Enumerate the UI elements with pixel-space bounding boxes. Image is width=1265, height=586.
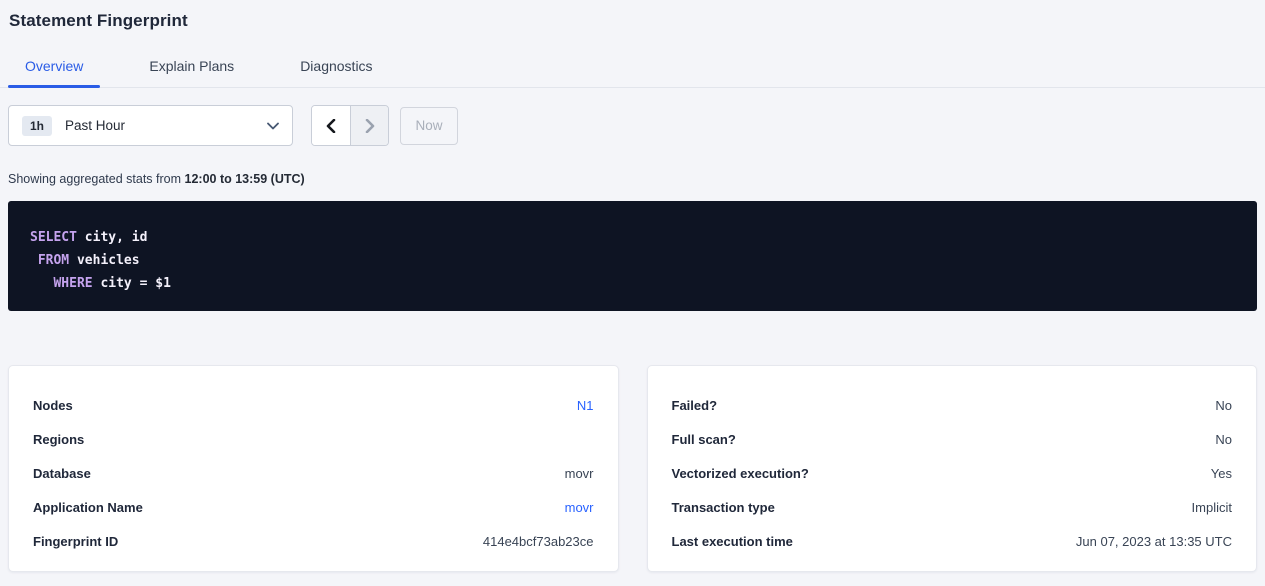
- tab-overview-label: Overview: [25, 58, 83, 74]
- sql-statement: SELECT city, id FROM vehicles WHERE city…: [8, 201, 1257, 311]
- tab-explain-plans[interactable]: Explain Plans: [132, 57, 251, 87]
- time-range-label: Past Hour: [65, 118, 125, 133]
- info-row: Nodes N1: [33, 388, 594, 422]
- tab-diagnostics-label: Diagnostics: [300, 58, 372, 74]
- time-controls: 1h Past Hour Now: [8, 105, 1257, 146]
- time-range-dropdown[interactable]: 1h Past Hour: [8, 105, 293, 146]
- sql-keyword: FROM: [38, 253, 69, 268]
- page-title: Statement Fingerprint: [8, 0, 1257, 31]
- info-label: Failed?: [672, 398, 718, 413]
- previous-interval-button[interactable]: [312, 106, 350, 145]
- info-row: Last execution time Jun 07, 2023 at 13:35…: [672, 524, 1233, 558]
- info-cards: NodesN1RegionsDatabasemovrApplication Na…: [8, 365, 1257, 572]
- info-label: Fingerprint ID: [33, 534, 118, 549]
- info-label: Database: [33, 466, 91, 481]
- tab-diagnostics[interactable]: Diagnostics: [283, 57, 389, 87]
- execution-attributes-card: Failed? No Full scan? No Vectorized executio…: [647, 365, 1258, 572]
- info-row: Full scan? No: [672, 422, 1233, 456]
- info-row: Transaction type Implicit: [672, 490, 1233, 524]
- time-step-buttons: [311, 105, 389, 146]
- info-value: Jun 07, 2023 at 13:35 UTC: [1076, 534, 1232, 549]
- info-row: Fingerprint ID 414e4bcf73ab23ce: [33, 524, 594, 558]
- info-row: Database movr: [33, 456, 594, 490]
- info-value-link[interactable]: movr: [565, 500, 594, 515]
- info-label: Vectorized execution?: [672, 466, 809, 481]
- time-range-badge: 1h: [22, 116, 52, 136]
- sql-keyword: SELECT: [30, 230, 77, 245]
- aggregated-stats-prefix: Showing aggregated stats from: [8, 172, 181, 186]
- info-label: Full scan?: [672, 432, 736, 447]
- tab-overview[interactable]: Overview: [8, 57, 100, 87]
- info-label: Nodes: [33, 398, 73, 413]
- execution-attributes-rows: Failed? No Full scan? No Vectorized executio…: [672, 388, 1233, 558]
- tab-bar: Overview Explain Plans Diagnostics: [0, 57, 1265, 88]
- info-value: Implicit: [1192, 500, 1232, 515]
- info-value: 414e4bcf73ab23ce: [483, 534, 594, 549]
- info-value: No: [1215, 432, 1232, 447]
- info-value-link[interactable]: N1: [577, 398, 594, 413]
- info-value: movr: [565, 466, 594, 481]
- next-interval-button[interactable]: [350, 106, 388, 145]
- info-value: No: [1215, 398, 1232, 413]
- now-button[interactable]: Now: [400, 107, 458, 145]
- tab-explain-plans-label: Explain Plans: [149, 58, 234, 74]
- info-label: Last execution time: [672, 534, 793, 549]
- info-label: Transaction type: [672, 500, 775, 515]
- info-label: Regions: [33, 432, 84, 447]
- chevron-right-icon: [365, 119, 375, 133]
- statement-details-card: NodesN1RegionsDatabasemovrApplication Na…: [8, 365, 619, 572]
- info-row: Application Name movr: [33, 490, 594, 524]
- chevron-left-icon: [326, 119, 336, 133]
- statement-fingerprint-page: Statement Fingerprint Overview Explain P…: [0, 0, 1265, 572]
- sql-keyword: WHERE: [53, 276, 92, 291]
- aggregated-stats-line: Showing aggregated stats from 12:00 to 1…: [8, 172, 1257, 186]
- info-value: Yes: [1211, 466, 1232, 481]
- info-row: Vectorized execution? Yes: [672, 456, 1233, 490]
- info-row: Regions: [33, 422, 594, 456]
- info-row: Failed? No: [672, 388, 1233, 422]
- statement-details-rows: NodesN1RegionsDatabasemovrApplication Na…: [33, 388, 594, 558]
- aggregated-stats-range: 12:00 to 13:59 (UTC): [185, 172, 305, 186]
- chevron-down-icon: [267, 122, 279, 130]
- info-label: Application Name: [33, 500, 143, 515]
